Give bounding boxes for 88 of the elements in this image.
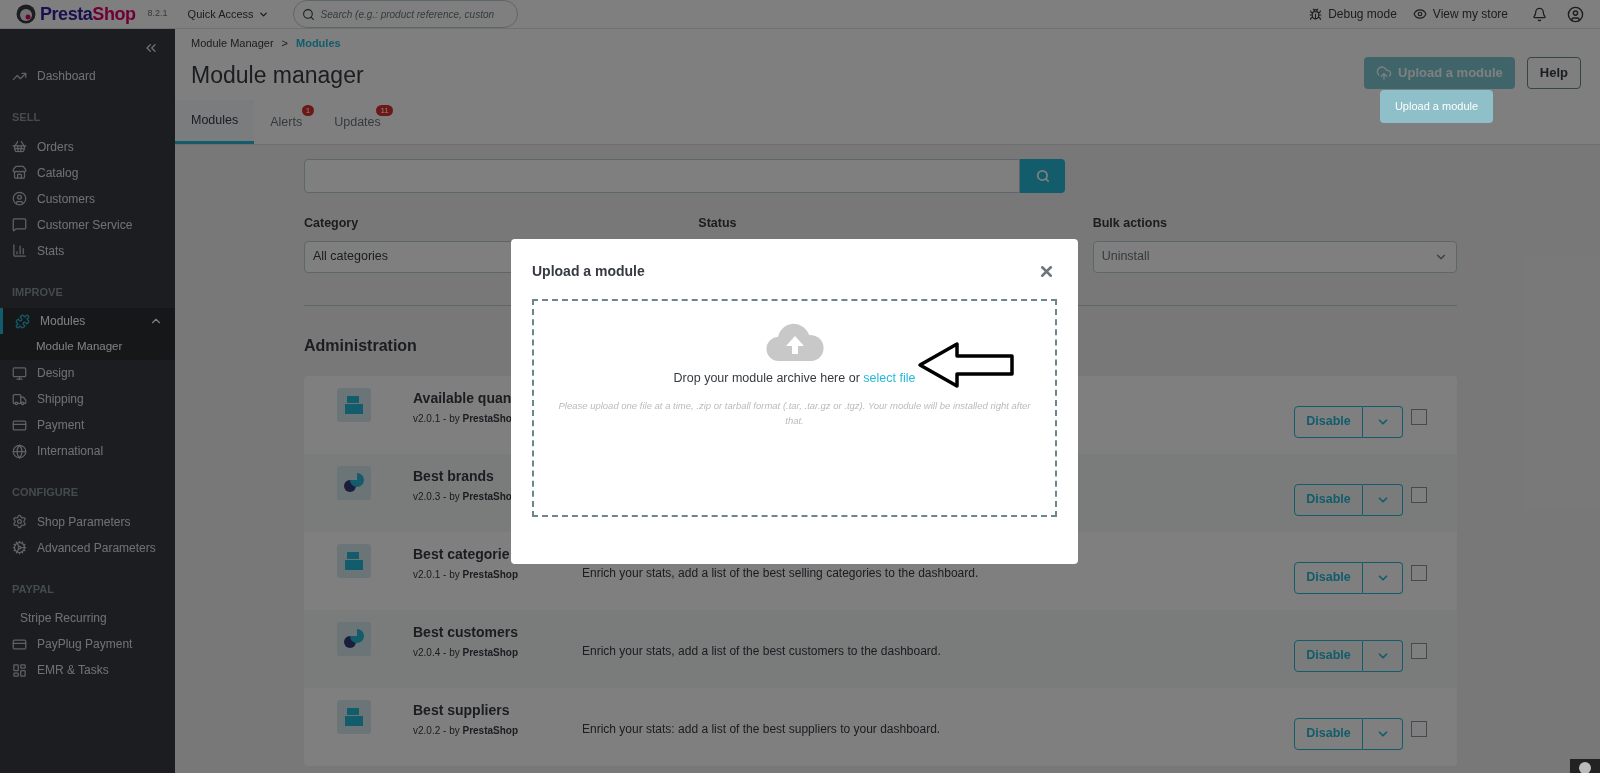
module-version: v2.0.3 - by PrestaSho xyxy=(413,489,512,504)
module-checkbox[interactable] xyxy=(1411,642,1427,659)
module-description: Enrich your stats, add a list of the best customers to the dashboard. xyxy=(582,643,941,658)
drop-instructions: Drop your module archive here or select file xyxy=(673,370,916,387)
tooltip: Upload a module xyxy=(1380,90,1493,123)
module-checkbox[interactable] xyxy=(1411,486,1427,503)
page-title: Module manager xyxy=(191,60,364,90)
close-icon[interactable] xyxy=(1038,263,1055,280)
help-button[interactable]: Help xyxy=(1526,56,1581,89)
debug-mode-link[interactable]: Debug mode xyxy=(1309,5,1397,23)
module-checkbox[interactable] xyxy=(1411,564,1427,581)
module-version: v2.0.1 - by PrestaSho xyxy=(413,411,512,426)
cloud-upload-icon xyxy=(764,323,825,363)
filter-label: Category xyxy=(304,215,360,232)
sidebar-item[interactable]: Orders xyxy=(0,133,175,160)
view-store-link[interactable]: View my store xyxy=(1412,5,1508,23)
module-icon xyxy=(337,387,371,422)
module-icon xyxy=(337,621,371,656)
sidebar-item[interactable]: Customer Service xyxy=(0,211,175,238)
toolbar-logo-icon[interactable] xyxy=(1579,762,1591,773)
bulk-actions-select[interactable]: Uninstall xyxy=(1092,240,1457,273)
logo-text: PrestaShop xyxy=(40,2,136,26)
module-icon xyxy=(337,465,371,500)
dropdown-toggle[interactable] xyxy=(1363,561,1403,594)
search-icon xyxy=(301,7,315,21)
disable-button[interactable]: Disable xyxy=(1294,639,1363,672)
count-badge: 11 xyxy=(376,105,393,116)
notifications-icon[interactable] xyxy=(1532,6,1547,22)
module-version: v2.0.1 - by PrestaShop xyxy=(413,567,519,582)
sidebar-item[interactable]: Shop Parameters xyxy=(0,508,175,535)
search-icon xyxy=(1035,169,1050,183)
module-name: Best brands xyxy=(413,466,494,486)
drop-zone[interactable]: Drop your module archive here or select file Please upload one file at a time, .zip or tarball format (.tar, .tar.gz or .tgz). Your module will be installed right after that. xyxy=(532,299,1057,517)
disable-button[interactable]: Disable xyxy=(1294,405,1363,438)
filter-label: Bulk actions xyxy=(1092,215,1168,232)
sidebar-item[interactable]: Advanced Parameters xyxy=(0,534,175,561)
disable-button[interactable]: Disable xyxy=(1294,717,1363,750)
module-description: Enrich your stats: add a list of the best suppliers to your dashboard. xyxy=(582,721,941,736)
dropdown-toggle[interactable] xyxy=(1363,717,1403,750)
section-title: Administration xyxy=(304,335,417,356)
module-version: v2.0.4 - by PrestaShop xyxy=(413,645,519,660)
sidebar-item[interactable]: PayPlug Payment xyxy=(0,631,175,657)
upload-hint: Please upload one file at a time, .zip or tarball format (.tar, .tar.gz or .tgz). Your module will be installed right after that. xyxy=(557,398,1032,428)
module-name: Best suppliers xyxy=(413,700,510,720)
module-search-field[interactable] xyxy=(304,159,1020,193)
tab[interactable]: Modules xyxy=(175,100,255,144)
sidebar-item[interactable]: Shipping xyxy=(0,386,175,412)
module-icon xyxy=(337,543,371,578)
module-name: Best categorie xyxy=(413,544,510,564)
quick-access-menu[interactable]: Quick Access xyxy=(187,5,269,23)
select-file-link[interactable]: select file xyxy=(863,371,916,385)
filter-label: Status xyxy=(698,215,738,232)
cloud-upload-icon xyxy=(1376,64,1393,81)
module-description: Enrich your stats, add a list of the best selling categories to the dashboard. xyxy=(582,565,979,580)
tab[interactable]: Updates 11 xyxy=(318,100,397,144)
bug-icon xyxy=(1309,7,1323,21)
user-avatar-icon[interactable] xyxy=(1567,5,1584,23)
sidebar-item[interactable]: Dashboard xyxy=(0,63,175,89)
sidebar-item[interactable]: Stripe Recurring xyxy=(0,605,175,631)
module-name: Available quan xyxy=(413,388,512,408)
logo-icon xyxy=(16,4,36,24)
count-badge: 1 xyxy=(301,105,315,116)
sidebar-item[interactable]: Catalog xyxy=(0,159,175,186)
breadcrumb-item: > xyxy=(281,36,288,51)
sidebar-item[interactable]: Customers xyxy=(0,185,175,212)
dropdown-toggle[interactable] xyxy=(1363,639,1403,672)
module-name: Best customers xyxy=(413,622,519,642)
sidebar-item[interactable]: Payment xyxy=(0,412,175,438)
sidebar-item[interactable]: International xyxy=(0,438,175,464)
module-icon xyxy=(337,699,371,734)
sidebar-item[interactable]: EMR & Tasks xyxy=(0,657,175,683)
version-label: 8.2.1 xyxy=(147,7,168,21)
disable-button[interactable]: Disable xyxy=(1294,483,1363,516)
tab[interactable]: Alerts 1 xyxy=(254,100,319,144)
sidebar-item[interactable]: Stats xyxy=(0,237,175,264)
module-version: v2.0.2 - by PrestaShop xyxy=(413,723,519,738)
search-input[interactable]: Search (e.g.: product reference, custon xyxy=(320,6,509,22)
dropdown-toggle[interactable] xyxy=(1363,483,1403,516)
module-checkbox[interactable] xyxy=(1411,408,1427,425)
sidebar-item[interactable]: Design xyxy=(0,360,175,386)
dropdown-toggle[interactable] xyxy=(1363,405,1403,438)
sidebar-subitem[interactable]: Module Manager xyxy=(0,334,175,360)
search-button[interactable] xyxy=(1020,159,1065,193)
breadcrumb-item[interactable]: Modules xyxy=(296,35,341,52)
disable-button[interactable]: Disable xyxy=(1294,561,1363,594)
module-checkbox[interactable] xyxy=(1411,720,1427,737)
eye-icon xyxy=(1412,7,1427,21)
breadcrumb-item[interactable]: Module Manager xyxy=(191,35,274,52)
